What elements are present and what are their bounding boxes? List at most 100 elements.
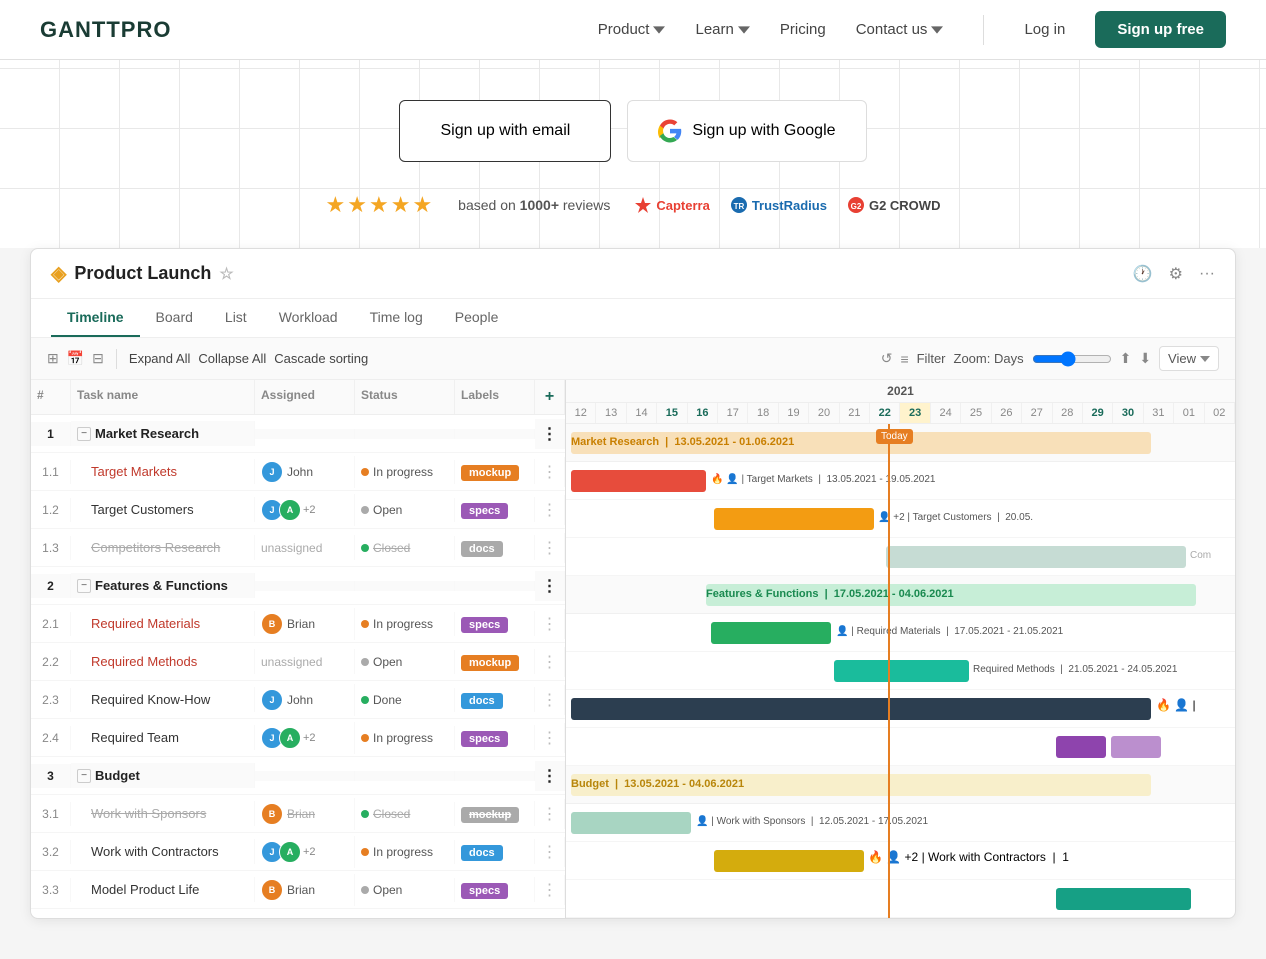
more-icon[interactable]: ··· — [1199, 265, 1215, 283]
today-marker — [888, 424, 890, 918]
zoom-slider[interactable] — [1032, 351, 1112, 367]
tab-timeline[interactable]: Timeline — [51, 299, 140, 337]
filter-btn[interactable]: Filter — [917, 351, 946, 366]
tab-people[interactable]: People — [439, 299, 515, 337]
row-menu[interactable]: ⋮ — [535, 571, 565, 601]
nav-item-contact[interactable]: Contact us — [856, 21, 944, 38]
signup-button[interactable]: Sign up free — [1095, 11, 1226, 48]
zoom-label: Zoom: Days — [954, 351, 1024, 366]
avatar: B — [261, 613, 283, 635]
status-dot — [361, 810, 369, 818]
avatar-group: J John — [261, 689, 348, 711]
col-add[interactable]: + — [535, 380, 565, 414]
gantt-container: ◈ Product Launch ☆ 🕐 ⚙ ··· Timeline Boar… — [30, 248, 1236, 919]
google-icon — [658, 119, 682, 143]
col-num: # — [31, 380, 71, 414]
tab-timelog[interactable]: Time log — [354, 299, 439, 337]
settings-icon[interactable]: ⚙ — [1169, 264, 1183, 284]
avatar-group: B Brian — [261, 613, 348, 635]
review-logos: Capterra TR TrustRadius G2 G2 CROWD — [634, 196, 940, 214]
signup-google-button[interactable]: Sign up with Google — [627, 100, 866, 162]
calendar-icon[interactable]: 📅 — [67, 350, 84, 367]
chevron-down-icon — [931, 24, 943, 36]
date-cell: 24 — [931, 403, 961, 423]
collapse-all-btn[interactable]: Collapse All — [198, 351, 266, 366]
row-menu[interactable]: ⋮ — [535, 647, 565, 677]
avatar: A — [279, 499, 301, 521]
gantt-header: ◈ Product Launch ☆ 🕐 ⚙ ··· — [31, 249, 1235, 299]
gantt-bar-label: 🔥 👤 | Target Markets | 13.05.2021 - 19.0… — [711, 474, 935, 485]
gantt-actions: 🕐 ⚙ ··· — [1133, 264, 1215, 284]
gantt-bar — [711, 622, 831, 644]
export-icon[interactable]: ⬆ — [1120, 350, 1132, 367]
tab-workload[interactable]: Workload — [263, 299, 354, 337]
status-dot — [361, 620, 369, 628]
download-icon[interactable]: ⬇ — [1139, 350, 1151, 367]
table-row: 1.1 Target Markets J John In progress — [31, 453, 565, 491]
login-link[interactable]: Log in — [1024, 21, 1065, 38]
avatar-group: J A +2 — [261, 727, 348, 749]
star-rating: ★★★★★ — [326, 192, 435, 218]
row-menu[interactable]: ⋮ — [535, 609, 565, 639]
gantt-bar-label: Market Research | 13.05.2021 - 01.06.202… — [571, 436, 794, 448]
history-icon[interactable]: 🕐 — [1133, 264, 1153, 284]
nav-item-product[interactable]: Product — [598, 21, 666, 38]
status-dot — [361, 506, 369, 514]
row-menu[interactable]: ⋮ — [535, 723, 565, 753]
nav-item-learn[interactable]: Learn — [695, 21, 749, 38]
avatar-group: J A +2 — [261, 841, 348, 863]
row-menu[interactable]: ⋮ — [535, 533, 565, 563]
row-menu[interactable]: ⋮ — [535, 799, 565, 829]
collapse-icon[interactable]: − — [77, 427, 91, 441]
cascade-btn[interactable]: Cascade sorting — [274, 351, 368, 366]
date-cell: 27 — [1022, 403, 1052, 423]
nav-item-pricing[interactable]: Pricing — [780, 21, 826, 38]
date-cell-highlight: 15 — [657, 403, 687, 423]
chart-row-3-2: 🔥 👤 +2 | Work with Contractors | 1 — [566, 842, 1235, 880]
chart-row-1-2: 👤 +2 | Target Customers | 20.05. — [566, 500, 1235, 538]
expand-all-btn[interactable]: Expand All — [129, 351, 190, 366]
gantt-toolbar: ⊞ 📅 ⊟ Expand All Collapse All Cascade so… — [31, 338, 1235, 380]
gantt-bar — [571, 698, 1151, 720]
today-label: Today — [876, 429, 913, 444]
avatar: J — [261, 689, 283, 711]
row-menu[interactable]: ⋮ — [535, 875, 565, 905]
gantt-tabs: Timeline Board List Workload Time log Pe… — [31, 299, 1235, 338]
label-badge: docs — [461, 845, 503, 861]
signup-buttons: Sign up with email Sign up with Google — [0, 100, 1266, 162]
row-menu[interactable]: ⋮ — [535, 419, 565, 449]
collapse-icon[interactable]: − — [77, 769, 91, 783]
gantt-bar — [714, 850, 864, 872]
refresh-icon[interactable]: ↺ — [881, 350, 893, 367]
status-dot — [361, 848, 369, 856]
navbar: GANTTPRO Product Learn Pricing Contact u… — [0, 0, 1266, 60]
chart-row-2-1: 👤 | Required Materials | 17.05.2021 - 21… — [566, 614, 1235, 652]
gantt-bar — [1056, 888, 1191, 910]
tab-board[interactable]: Board — [140, 299, 209, 337]
filter-icon[interactable]: ≡ — [900, 351, 908, 367]
gantt-bar-label: 🔥 👤 +2 | Work with Contractors | 1 — [868, 850, 1069, 864]
label-badge: specs — [461, 617, 508, 633]
view-btn[interactable]: View — [1159, 346, 1219, 371]
grid-view-icon[interactable]: ⊞ — [47, 350, 59, 367]
date-cell: 14 — [627, 403, 657, 423]
gantt-bar — [1056, 736, 1106, 758]
table-row: 1.2 Target Customers J A +2 Open — [31, 491, 565, 529]
gantt-body: # Task name Assigned Status Labels + 1 −… — [31, 380, 1235, 918]
svg-text:G2: G2 — [851, 202, 862, 211]
row-menu[interactable]: ⋮ — [535, 685, 565, 715]
table-icon[interactable]: ⊟ — [92, 350, 104, 367]
gantt-bar — [571, 470, 706, 492]
row-menu[interactable]: ⋮ — [535, 837, 565, 867]
date-cell-highlight: 29 — [1083, 403, 1113, 423]
tab-list[interactable]: List — [209, 299, 263, 337]
favorite-icon[interactable]: ☆ — [219, 264, 233, 284]
row-menu[interactable]: ⋮ — [535, 761, 565, 791]
nav-links: Product Learn Pricing Contact us Log in … — [598, 11, 1226, 48]
signup-email-button[interactable]: Sign up with email — [399, 100, 611, 162]
row-menu[interactable]: ⋮ — [535, 457, 565, 487]
collapse-icon[interactable]: − — [77, 579, 91, 593]
row-menu[interactable]: ⋮ — [535, 495, 565, 525]
gantt-bar-label: 🔥 👤 | — [1156, 698, 1196, 712]
gantt-bar — [1111, 736, 1161, 758]
